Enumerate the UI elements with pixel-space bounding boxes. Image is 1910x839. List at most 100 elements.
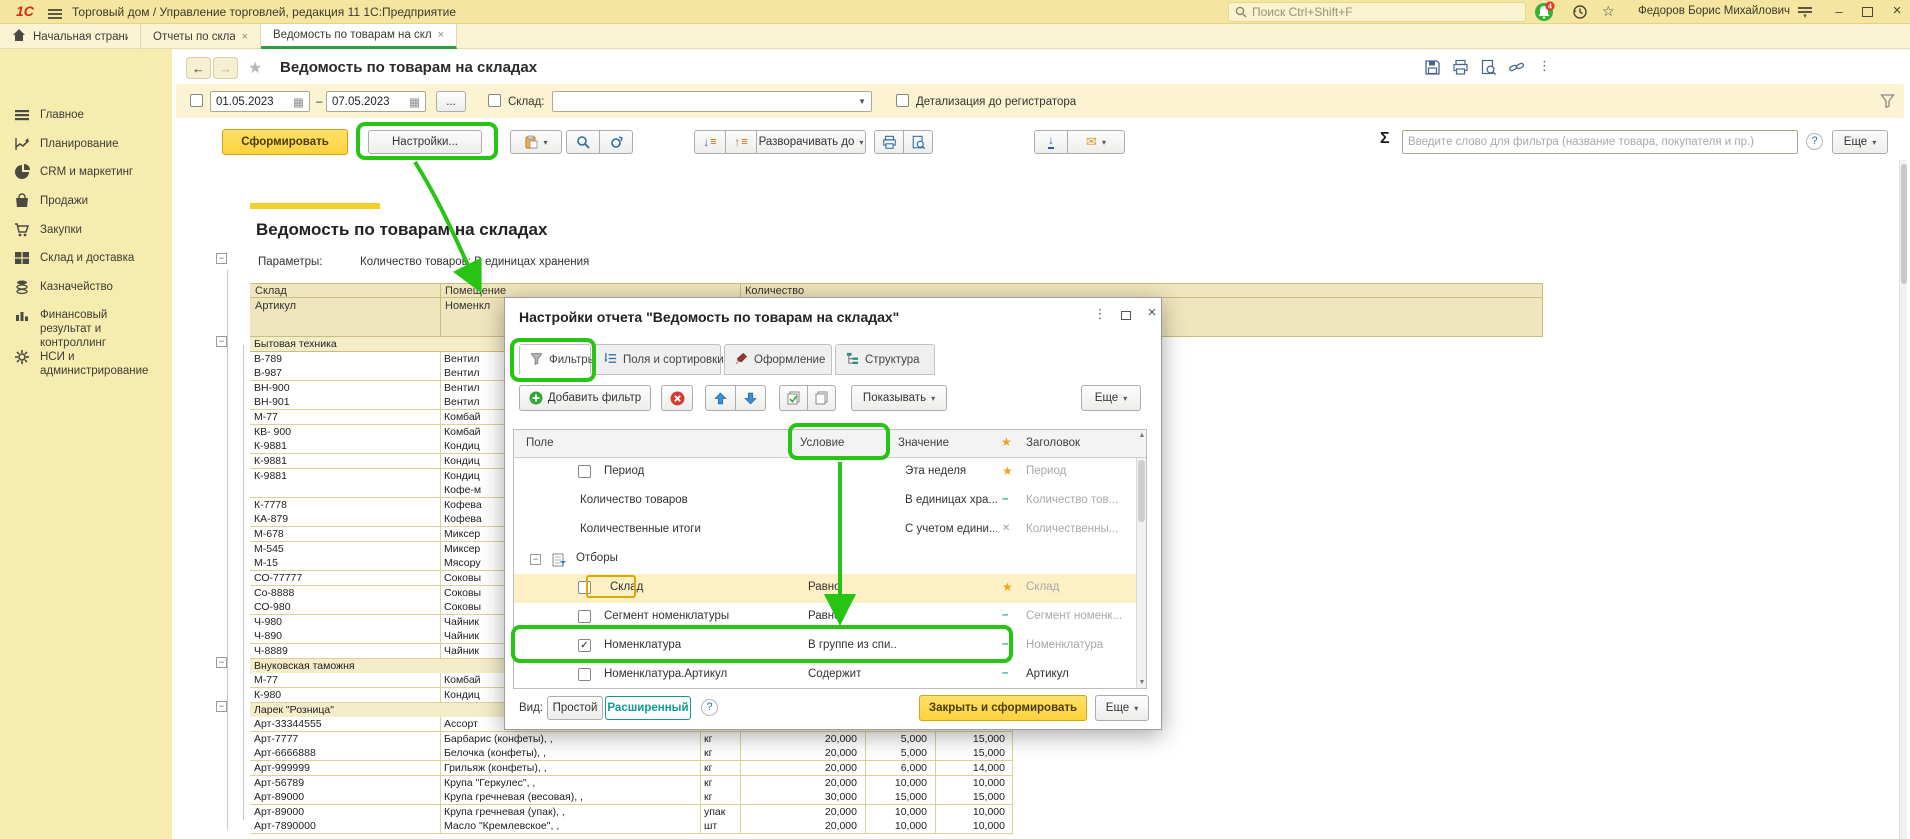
filter-flag-star-icon[interactable]: ★ xyxy=(1002,580,1013,594)
report-vertical-scrollbar[interactable] xyxy=(1899,160,1907,839)
col-header-pomeshenie[interactable]: Помещение xyxy=(445,285,506,297)
calendar-icon[interactable]: ▦ xyxy=(409,95,420,109)
filter-condition[interactable]: Содержит xyxy=(808,668,896,680)
report-data-row[interactable]: Арт-7777Барбарис (конфеты), ,кг20,0005,0… xyxy=(250,732,1013,747)
dialog-toolbar-more-button[interactable]: Еще▾ xyxy=(1081,385,1141,411)
filter-flag-dash-icon[interactable]: – xyxy=(1002,638,1008,650)
filter-row-период[interactable]: ПериодЭта неделя★Период xyxy=(514,458,1136,487)
sidebar-item-menu[interactable]: Главное xyxy=(0,105,172,130)
grid-header-flag-icon[interactable]: ★ xyxy=(1001,435,1012,449)
filter-condition[interactable]: Равно xyxy=(808,610,896,622)
filter-flag-dash-icon[interactable]: – xyxy=(1002,493,1008,505)
dialog-footer-more-button[interactable]: Еще▾ xyxy=(1095,695,1149,721)
col-header-artikul[interactable]: Артикул xyxy=(255,300,296,312)
settings-button[interactable]: Настройки... xyxy=(368,130,482,154)
col-header-kolichestvo[interactable]: Количество xyxy=(745,285,804,297)
filter-row-сегмент-номенклатуры[interactable]: Сегмент номенклатурыРавно–Сегмент номенк… xyxy=(514,603,1136,632)
filter-funnel-icon[interactable] xyxy=(1880,93,1895,111)
generate-button[interactable]: Сформировать xyxy=(222,129,348,155)
collapse-report-toggle[interactable]: − xyxy=(216,253,227,264)
sum-icon[interactable]: Σ xyxy=(1380,130,1390,148)
dialog-more-icon[interactable]: ⋮ xyxy=(1089,306,1111,322)
filter-row-checkbox[interactable] xyxy=(578,610,591,623)
calendar-icon[interactable]: ▦ xyxy=(293,95,304,109)
filter-row-номенклатура[interactable]: ✓НоменклатураВ группе из спи...–Номенкла… xyxy=(514,632,1136,661)
period-checkbox[interactable] xyxy=(190,94,203,107)
sidebar-item-admin[interactable]: НСИ и администрирование xyxy=(0,347,172,381)
save-result-button[interactable]: ↓ xyxy=(1034,130,1068,154)
collapse-group-toggle[interactable]: − xyxy=(216,657,227,668)
filter-value[interactable]: Эта неделя xyxy=(905,465,997,477)
dialog-help-button[interactable]: ? xyxy=(701,699,718,716)
remove-filter-button[interactable] xyxy=(661,385,693,411)
dialog-tab-4[interactable]: Структура xyxy=(835,344,935,375)
quick-filter-input[interactable]: Введите слово для фильтра (название това… xyxy=(1402,130,1798,154)
help-button[interactable]: ? xyxy=(1806,133,1823,150)
sklad-checkbox[interactable] xyxy=(488,94,501,107)
sidebar-item-purchases[interactable]: Закупки xyxy=(0,220,172,245)
collapse-group-toggle[interactable]: − xyxy=(216,336,227,347)
col-header-nomenklatura[interactable]: Номенкл xyxy=(445,300,490,312)
window-tab-2[interactable]: Отчеты по складу× xyxy=(141,24,261,49)
favorite-toggle-icon[interactable]: ★ xyxy=(248,58,262,78)
filter-row-checkbox[interactable]: ✓ xyxy=(578,639,591,652)
sidebar-item-planning[interactable]: Планирование xyxy=(0,134,172,159)
date-to-field[interactable]: 07.05.2023▦ xyxy=(326,91,426,112)
current-user[interactable]: Федоров Борис Михайлович xyxy=(1638,5,1790,17)
detail-checkbox[interactable] xyxy=(896,94,909,107)
main-menu-icon[interactable] xyxy=(48,7,62,21)
view-advanced-button[interactable]: Расширенный xyxy=(605,696,691,720)
col-header-sklad[interactable]: Склад xyxy=(255,285,287,297)
sidebar-item-finance[interactable]: Финансовый результат и контроллинг xyxy=(0,305,172,353)
filter-row-отборы[interactable]: −Отборы xyxy=(514,545,1136,574)
expand-groups-button[interactable]: ↑≡ xyxy=(725,130,757,154)
filter-row-склад[interactable]: СкладРавно★Склад xyxy=(514,574,1136,603)
window-tab-1[interactable]: Начальная страница xyxy=(0,24,141,49)
notifications-icon[interactable]: 4 xyxy=(1534,1,1556,23)
reset-search-button[interactable] xyxy=(599,130,633,154)
preview-icon[interactable] xyxy=(1480,59,1497,79)
report-variants-button[interactable]: ▾ xyxy=(510,130,562,154)
filter-value[interactable]: С учетом едини... xyxy=(905,523,997,535)
filter-row-количественные-итоги[interactable]: Количественные итогиС учетом едини...✕Ко… xyxy=(514,516,1136,545)
toolbar-more-button[interactable]: Еще▾ xyxy=(1832,130,1888,154)
send-mail-button[interactable]: ✉▾ xyxy=(1067,130,1125,154)
find-button[interactable] xyxy=(566,130,600,154)
print-preview-button[interactable] xyxy=(903,130,933,154)
report-data-row[interactable]: Арт-6666888Белочка (конфеты), ,кг20,0005… xyxy=(250,746,1013,761)
chevron-down-icon[interactable]: ▼ xyxy=(858,97,866,106)
dialog-tab-2[interactable]: Поля и сортировки xyxy=(593,344,721,375)
report-data-row[interactable]: Арт-89000Крупа гречневая (весовая), ,кг3… xyxy=(250,790,1013,805)
history-icon[interactable] xyxy=(1572,4,1588,23)
dialog-tab-1[interactable]: Фильтры xyxy=(519,344,591,375)
collapse-group-toggle[interactable]: − xyxy=(216,701,227,712)
tab-close-icon[interactable]: × xyxy=(438,29,444,41)
grid-header-value[interactable]: Значение xyxy=(898,437,949,449)
add-filter-button[interactable]: Добавить фильтр xyxy=(519,385,651,411)
filter-row-checkbox[interactable] xyxy=(578,668,591,681)
filter-flag-dash-icon[interactable]: – xyxy=(1002,667,1008,679)
sidebar-item-sales[interactable]: Продажи xyxy=(0,191,172,216)
minimize-button[interactable]: – xyxy=(1830,4,1848,19)
restore-button[interactable] xyxy=(1862,7,1873,17)
sidebar-item-treasury[interactable]: Казначейство xyxy=(0,277,172,302)
grid-header-field[interactable]: Поле xyxy=(526,437,554,449)
print-button[interactable] xyxy=(874,130,904,154)
filter-condition[interactable]: В группе из спи... xyxy=(808,639,896,651)
collapse-node-toggle[interactable]: − xyxy=(530,554,541,565)
date-from-field[interactable]: 01.05.2023▦ xyxy=(210,91,310,112)
filter-row-checkbox[interactable] xyxy=(578,465,591,478)
collapse-groups-button[interactable]: ↓≡ xyxy=(694,130,726,154)
window-tab-3[interactable]: Ведомость по товарам на складах× xyxy=(261,24,457,49)
sidebar-item-crm[interactable]: CRM и маркетинг xyxy=(0,162,172,187)
report-data-row[interactable]: Арт-56789Крупа "Геркулес", ,кг20,00010,0… xyxy=(250,776,1013,791)
forward-button[interactable]: → xyxy=(213,57,238,79)
favorites-star-icon[interactable]: ☆ xyxy=(1602,3,1615,20)
more-actions-icon[interactable]: ⋮ xyxy=(1538,58,1551,74)
grid-header-title[interactable]: Заголовок xyxy=(1026,437,1080,449)
dialog-close-icon[interactable]: × xyxy=(1141,304,1163,321)
expand-to-button[interactable]: Разворачивать до▾ xyxy=(756,130,866,154)
tab-close-icon[interactable]: × xyxy=(242,31,248,43)
global-search-input[interactable]: Поиск Ctrl+Shift+F xyxy=(1228,2,1526,22)
filter-row-количество-товаров[interactable]: Количество товаровВ единицах хра...–Коли… xyxy=(514,487,1136,516)
